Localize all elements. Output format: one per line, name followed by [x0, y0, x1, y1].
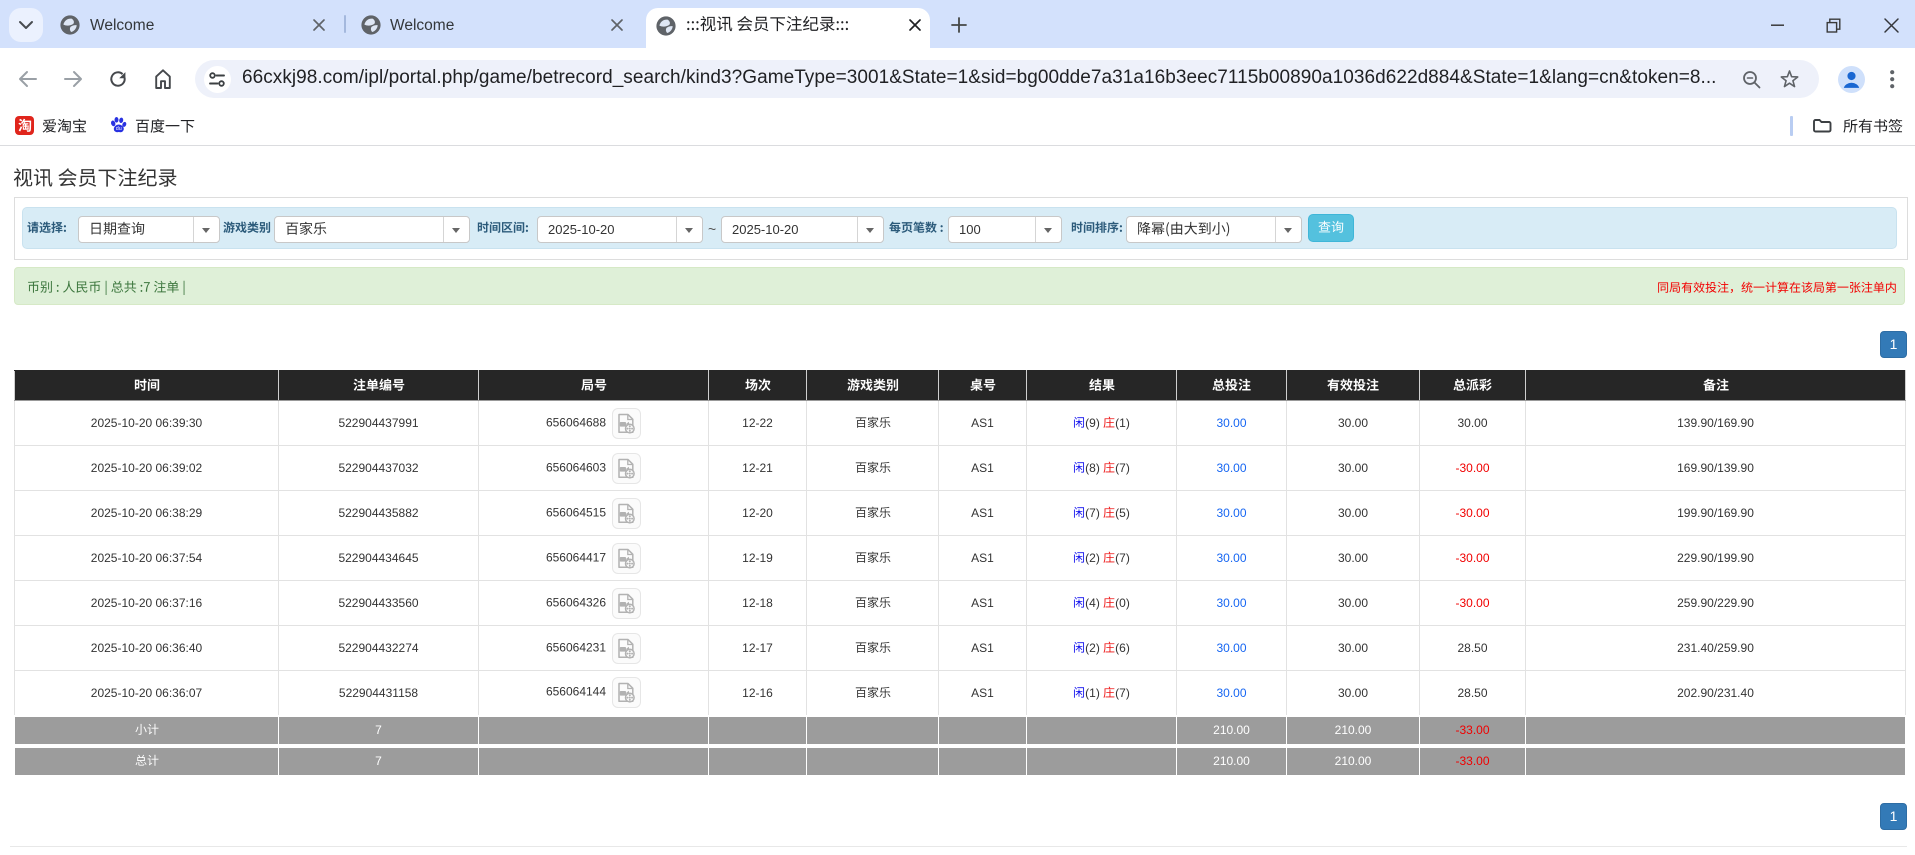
- svg-text:du: du: [116, 126, 122, 132]
